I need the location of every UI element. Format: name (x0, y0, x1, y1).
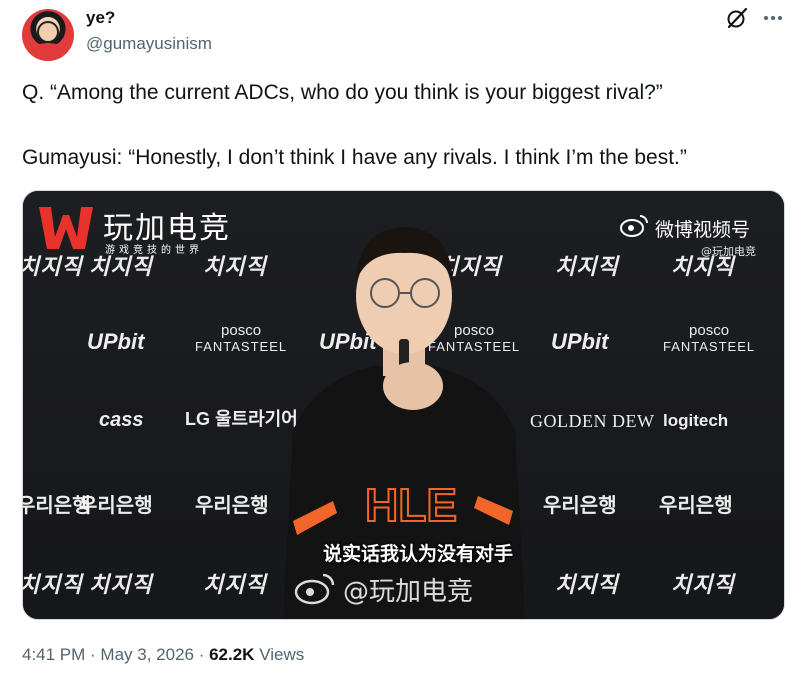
sponsor-woori: 우리은행 (543, 495, 617, 517)
brand-subtitle: 游戏竞技的世界 (105, 245, 203, 256)
sponsor-logitech: logitech (663, 411, 729, 430)
tweet-media-video[interactable]: 치지직 치지직 치지직 치지직 치지직 치지직 UPbit posco FANT… (22, 190, 785, 620)
sponsor-posco-bottom: FANTASTEEL (663, 339, 756, 354)
sponsor-chiji: 치지직 (555, 254, 619, 279)
sponsor-cass: cass (99, 409, 144, 431)
sponsor-chiji: 치지직 (203, 254, 267, 279)
weibo-watermark: @玩加电竞 (343, 577, 474, 607)
sponsor-chiji: 치지직 (22, 572, 83, 597)
weibo-icon (620, 215, 648, 237)
views-label: Views (254, 645, 305, 664)
sponsor-golden-dew: GOLDEN DEW (530, 411, 655, 431)
sponsor-woori: 우리은행 (659, 495, 733, 517)
weibo-icon (294, 573, 335, 605)
sponsor-woori: 우리은행 (79, 495, 153, 517)
tweet-date[interactable]: May 3, 2026 (100, 645, 194, 664)
sponsor-posco-top: posco (689, 322, 730, 339)
meta-separator: · (85, 645, 101, 664)
sponsor-chiji: 치지직 (555, 572, 619, 597)
jersey-text: HLE (365, 479, 457, 531)
more-horizontal-icon[interactable] (761, 6, 785, 30)
sponsor-chiji: 치지직 (22, 254, 83, 279)
sponsor-posco: posco FANTASTEEL (663, 323, 755, 355)
tweet-meta: 4:41 PM · May 3, 2026 · 62.2K Views (22, 645, 304, 665)
weibo-small-handle: @玩加电竞 (701, 245, 756, 258)
wanjia-logo-icon (39, 207, 93, 249)
tweet-line-answer: Gumayusi: “Honestly, I don’t think I hav… (22, 146, 687, 169)
weibo-video-label: 微博视频号 (655, 219, 751, 241)
sponsor-upbit: UPbit (551, 329, 609, 354)
sponsor-upbit: UPbit (87, 329, 145, 354)
grok-slash-icon[interactable] (725, 6, 749, 30)
sponsor-chiji: 치지직 (203, 572, 267, 597)
author-display-name[interactable]: ye? (86, 8, 115, 28)
video-subtitle: 说实话我认为没有对手 (322, 543, 513, 565)
avatar-face (37, 21, 59, 43)
tweet-line-question: Q. “Among the current ADCs, who do you t… (22, 81, 663, 104)
sponsor-woori: 우리은행 (195, 495, 269, 517)
author-handle[interactable]: @gumayusinism (86, 34, 212, 54)
sponsor-chiji: 치지직 (671, 572, 735, 597)
sponsor-chiji: 치지직 (89, 572, 153, 597)
avatar-shirt (28, 43, 68, 61)
meta-separator: · (193, 645, 210, 664)
tweet-time[interactable]: 4:41 PM (22, 645, 85, 664)
avatar[interactable] (22, 9, 74, 61)
views-count: 62.2K (209, 645, 255, 664)
tweet-text: Q. “Among the current ADCs, who do you t… (22, 80, 772, 171)
